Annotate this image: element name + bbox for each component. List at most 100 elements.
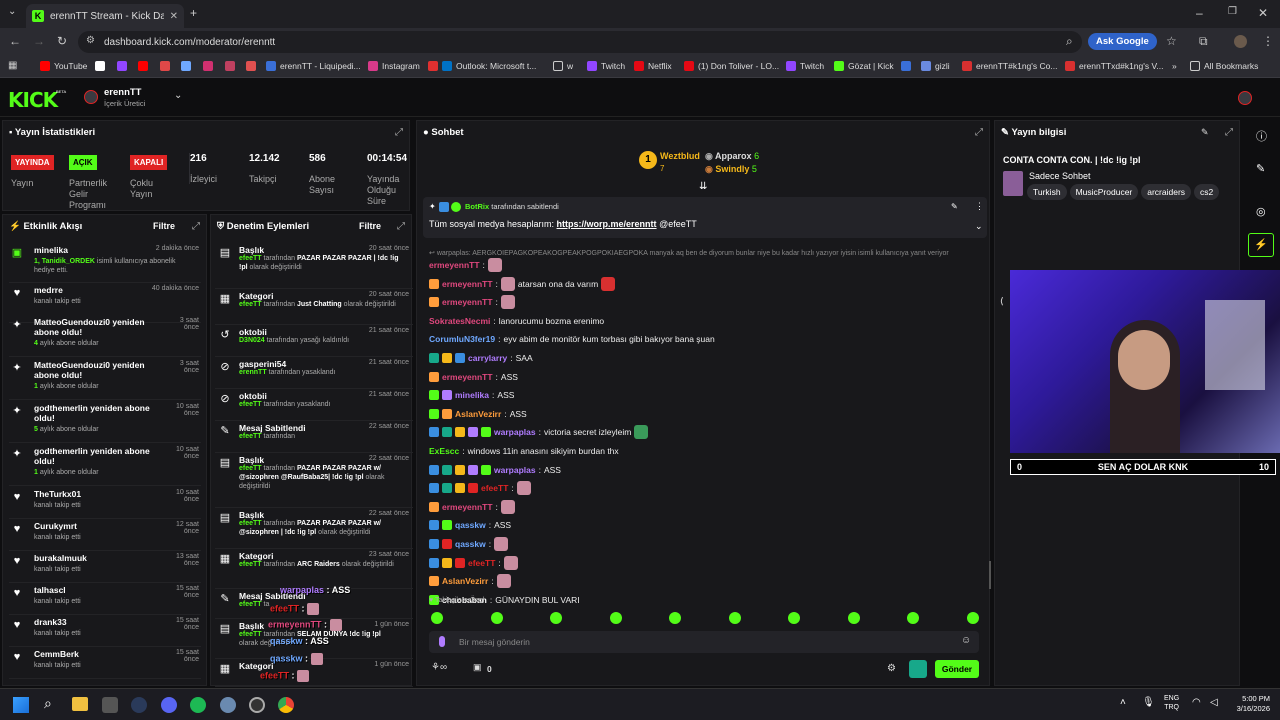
leader-2-name[interactable]: ◉ Apparox 6 (705, 151, 759, 162)
bookmark-gizli[interactable]: gizli (921, 61, 950, 71)
moderation-expand-icon[interactable]: ⤢ (397, 221, 405, 232)
activity-item[interactable]: ♥ burakalmuuk 13 saat önce kanalı takip ett… (9, 551, 201, 583)
store-icon[interactable] (102, 697, 118, 713)
activity-item[interactable]: ♥ Curukymrt 12 saat önce kanalı takip etti (9, 519, 201, 551)
moderation-item[interactable]: ✎ Mesaj Sabitlendi 22 saat önce efeeTT tara… (215, 421, 413, 453)
record-icon[interactable]: ◎ (1256, 205, 1266, 218)
emote-quick-icon[interactable] (728, 612, 741, 624)
bookmark-link-icon[interactable] (901, 61, 911, 71)
pinned-expand-chevron-down-icon[interactable]: ⌄ (975, 221, 983, 232)
bookmark-x[interactable] (95, 61, 105, 71)
emote-quick-icon[interactable] (966, 612, 979, 624)
kick-logo[interactable]: KICK (8, 88, 58, 112)
chat-username[interactable]: AslanVezirr (455, 409, 501, 419)
bot-icon[interactable] (909, 660, 927, 678)
pinned-more-icon[interactable]: ⋮ (975, 201, 984, 212)
chat-username[interactable]: ermeyennTT (442, 502, 493, 512)
apps-icon[interactable]: ▦ (8, 60, 17, 71)
moderation-item[interactable]: ▤ Başlık 22 saat önce efeeTT tarafından PAZ… (215, 453, 413, 508)
tag-pill[interactable]: cs2 (1194, 184, 1220, 200)
wifi-icon[interactable]: ◠ (1192, 697, 1201, 708)
minimize-icon[interactable]: – (1196, 6, 1203, 20)
moderation-item[interactable]: ↺ oktobii 21 saat önce D3N024 tarafından ya… (215, 325, 413, 357)
activity-item[interactable]: ♥ drank33 15 saat önce kanalı takip etti (9, 615, 201, 647)
ask-google-button[interactable]: Ask Google (1088, 33, 1157, 50)
moderation-item[interactable]: ⊘ gasperini54 21 saat önce erennTT tarafınd… (215, 357, 413, 389)
chat-username[interactable]: qasskw (455, 520, 486, 530)
bookmark-netflix[interactable]: Netflix (634, 61, 672, 71)
chat-input[interactable]: Bir mesaj gönderin ☺ (429, 631, 979, 653)
edit-pencil-icon[interactable]: ✎ (1256, 162, 1265, 175)
chat-username[interactable]: qasskw (455, 539, 486, 549)
bookmark-k1ng-co[interactable]: erennTT#k1ng's Co... (962, 61, 1057, 71)
chat-username[interactable]: efeeTT (468, 558, 495, 568)
activity-item[interactable]: ✦ MatteoGuendouzi0 yeniden abone oldu! 3 s… (9, 315, 201, 357)
moderation-filter-button[interactable]: Filtre (359, 221, 381, 231)
chat-username[interactable]: warpaplas (494, 465, 536, 475)
chat-username[interactable]: ermeyennTT (442, 279, 493, 289)
discord-icon[interactable] (161, 697, 177, 713)
site-info-icon[interactable]: ⚙ (86, 35, 95, 46)
chat-username[interactable]: carrylarry (468, 353, 507, 363)
activity-item[interactable]: ♥ TheTurkx01 10 saat önce kanalı takip etti (9, 487, 201, 519)
emote-quick-icon[interactable] (847, 612, 860, 624)
emote-quick-icon[interactable] (490, 612, 503, 624)
activity-item[interactable]: ✦ godthemerlin yeniden abone oldu! 10 saat… (9, 401, 201, 443)
all-bookmarks[interactable]: All Bookmarks (1190, 61, 1258, 71)
chat-username[interactable]: SokratesNecmi (429, 316, 490, 326)
chat-username[interactable]: ExEscc (429, 446, 459, 456)
chat-username[interactable]: CorumluN3fer19 (429, 334, 495, 344)
user-avatar[interactable] (1238, 91, 1252, 105)
new-tab-icon[interactable]: + (190, 6, 197, 20)
emote-quick-icon[interactable] (788, 612, 800, 624)
emote-quick-icon[interactable] (907, 612, 919, 624)
emote-quick-icon[interactable] (669, 612, 681, 624)
back-icon[interactable]: ← (9, 34, 21, 48)
emoji-picker-icon[interactable]: ☺ (961, 635, 971, 646)
browser-tab[interactable]: K erennTT Stream - Kick Dashbo ✕ (26, 4, 184, 28)
moderation-item[interactable]: ▦ Kategori 23 saat önce efeeTT tarafından A… (215, 549, 413, 589)
activity-item[interactable]: ♥ CemmBerk 15 saat önce kanalı takip etti (9, 647, 201, 679)
leader-1-name[interactable]: Weztblud (660, 151, 700, 161)
bookmark-link-icon[interactable] (203, 61, 213, 71)
bookmark-link-icon[interactable] (225, 61, 235, 71)
emote-quick-icon[interactable] (431, 612, 443, 624)
more-bookmarks-icon[interactable]: » (1172, 61, 1177, 71)
chat-username[interactable]: AslanVezirr (442, 576, 488, 586)
bookmark-twitch[interactable]: Twitch (587, 61, 625, 71)
menu-icon[interactable]: ⋮ (1262, 34, 1274, 48)
info-circle-icon[interactable]: ⓘ (1256, 128, 1267, 144)
chrome-icon[interactable] (278, 697, 294, 713)
edit-info-pencil-icon[interactable]: ✎ (1201, 127, 1209, 138)
chat-settings-gear-icon[interactable]: ⚙ (887, 663, 896, 674)
send-button[interactable]: Gönder (935, 660, 979, 678)
zoom-icon[interactable]: ⌕ (1066, 34, 1073, 49)
emote-quick-icon[interactable] (550, 612, 562, 624)
microphone-icon[interactable]: 🎙 (1142, 697, 1155, 708)
chat-username[interactable]: ermeyennTT (442, 297, 493, 307)
search-icon[interactable]: ⌕ (44, 695, 52, 712)
extensions-icon[interactable]: ⧉ (1199, 34, 1208, 49)
stats-expand-icon[interactable]: ⤢ (395, 127, 403, 138)
forward-icon[interactable]: → (33, 34, 45, 48)
bookmark-outlook[interactable]: Outlook: Microsoft t... (428, 61, 536, 71)
volume-icon[interactable]: ◁ (1210, 697, 1218, 708)
tag-pill[interactable]: arcraiders (1141, 184, 1192, 200)
activity-expand-icon[interactable]: ⤢ (192, 221, 200, 232)
chat-username[interactable]: minelika (455, 390, 489, 400)
leader-3-name[interactable]: ◉ Swindly 5 (705, 164, 757, 175)
bookmark-twitch-2[interactable]: Twitch (786, 61, 824, 71)
moderation-item[interactable]: ▦ Kategori 20 saat önce efeeTT tarafından J… (215, 289, 413, 325)
bookmark-star-icon[interactable]: ☆ (1166, 34, 1177, 48)
quick-action-bolt-icon[interactable]: ⚡ (1248, 233, 1274, 257)
mic-icon[interactable] (439, 636, 445, 647)
moderation-item[interactable]: ▤ Başlık 20 saat önce efeeTT tarafından PAZ… (215, 243, 413, 289)
reload-icon[interactable]: ↻ (57, 34, 67, 48)
bookmark-link-icon[interactable] (181, 61, 191, 71)
leaderboard-collapse-icon[interactable]: ⇊ (699, 181, 707, 192)
bookmark-link-icon[interactable] (160, 61, 170, 71)
side-collapse-icon[interactable]: ⟨ (1000, 296, 1004, 307)
chat-username[interactable]: warpaplas (494, 427, 536, 437)
unpin-icon[interactable]: ✎ (951, 202, 958, 211)
url-field[interactable]: ⚙ dashboard.kick.com/moderator/erenntt (78, 31, 1082, 53)
